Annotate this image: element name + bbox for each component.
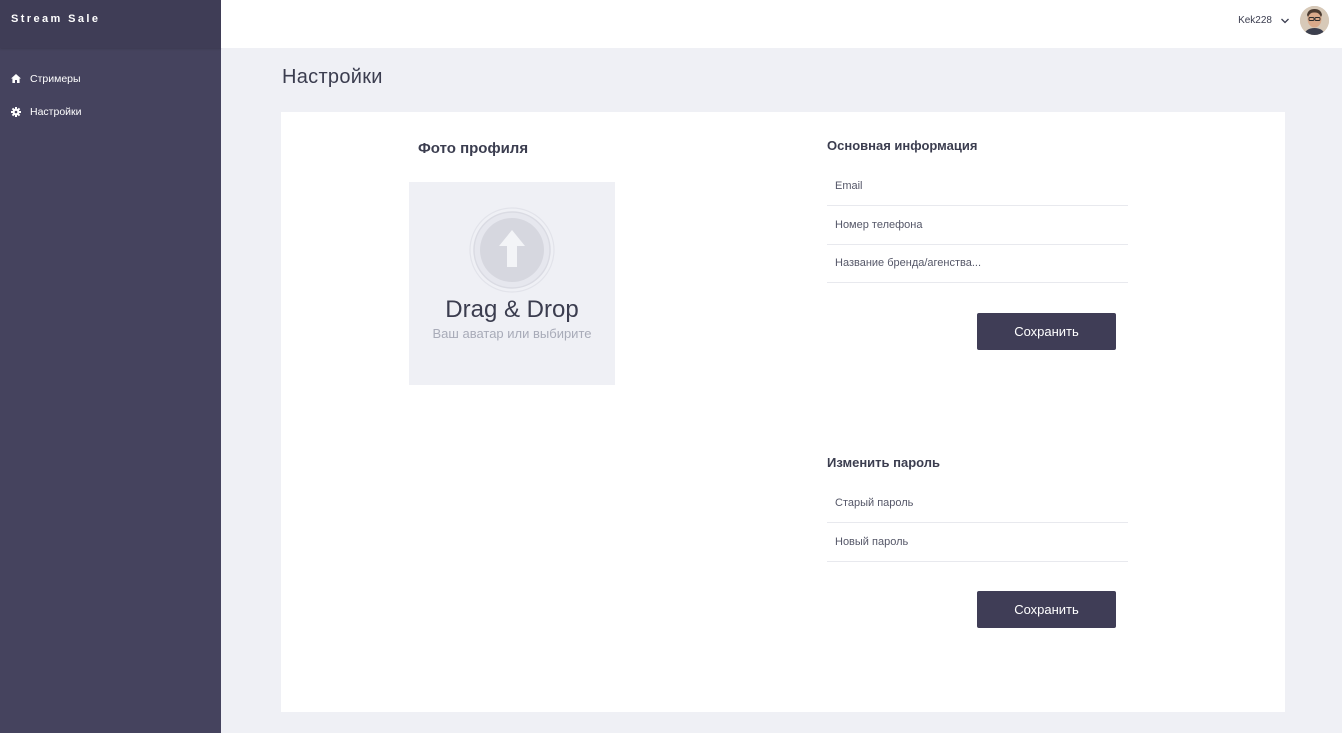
avatar-dropzone[interactable]: Drag & Drop Ваш аватар или выбирите (409, 182, 615, 385)
new-password-field[interactable] (827, 523, 1128, 562)
sidebar: Stream Sale Стримеры Настройки (0, 0, 221, 733)
settings-card: Фото профиля Drag & Drop Ваш аватар или … (281, 112, 1285, 712)
upload-icon (469, 207, 555, 293)
phone-field[interactable] (827, 206, 1128, 245)
sidebar-item-settings[interactable]: Настройки (0, 95, 221, 128)
sidebar-nav: Стримеры Настройки (0, 62, 221, 128)
gear-icon (11, 106, 30, 117)
brand-name-field[interactable] (827, 244, 1128, 283)
save-password-button[interactable]: Сохранить (977, 591, 1116, 628)
chevron-down-icon[interactable] (1281, 18, 1293, 24)
home-icon (11, 74, 30, 83)
save-info-button[interactable]: Сохранить (977, 313, 1116, 350)
user-menu[interactable]: Kek228 (1238, 6, 1329, 35)
old-password-field[interactable] (827, 484, 1128, 523)
sidebar-item-label: Стримеры (30, 72, 81, 85)
avatar[interactable] (1300, 6, 1329, 35)
photo-section-title: Фото профиля (418, 140, 529, 157)
brand-logo[interactable]: Stream Sale (0, 0, 221, 48)
username: Kek228 (1238, 15, 1272, 26)
basic-info-title: Основная информация (827, 138, 978, 153)
page-title: Настройки (282, 66, 383, 88)
email-field[interactable] (827, 167, 1128, 206)
sidebar-item-label: Настройки (30, 105, 82, 118)
dropzone-title: Drag & Drop (445, 296, 579, 323)
change-password-title: Изменить пароль (827, 455, 941, 470)
sidebar-item-streamers[interactable]: Стримеры (0, 62, 221, 95)
top-bar: Kek228 (221, 0, 1342, 48)
dropzone-subtitle: Ваш аватар или выбирите (432, 326, 592, 341)
